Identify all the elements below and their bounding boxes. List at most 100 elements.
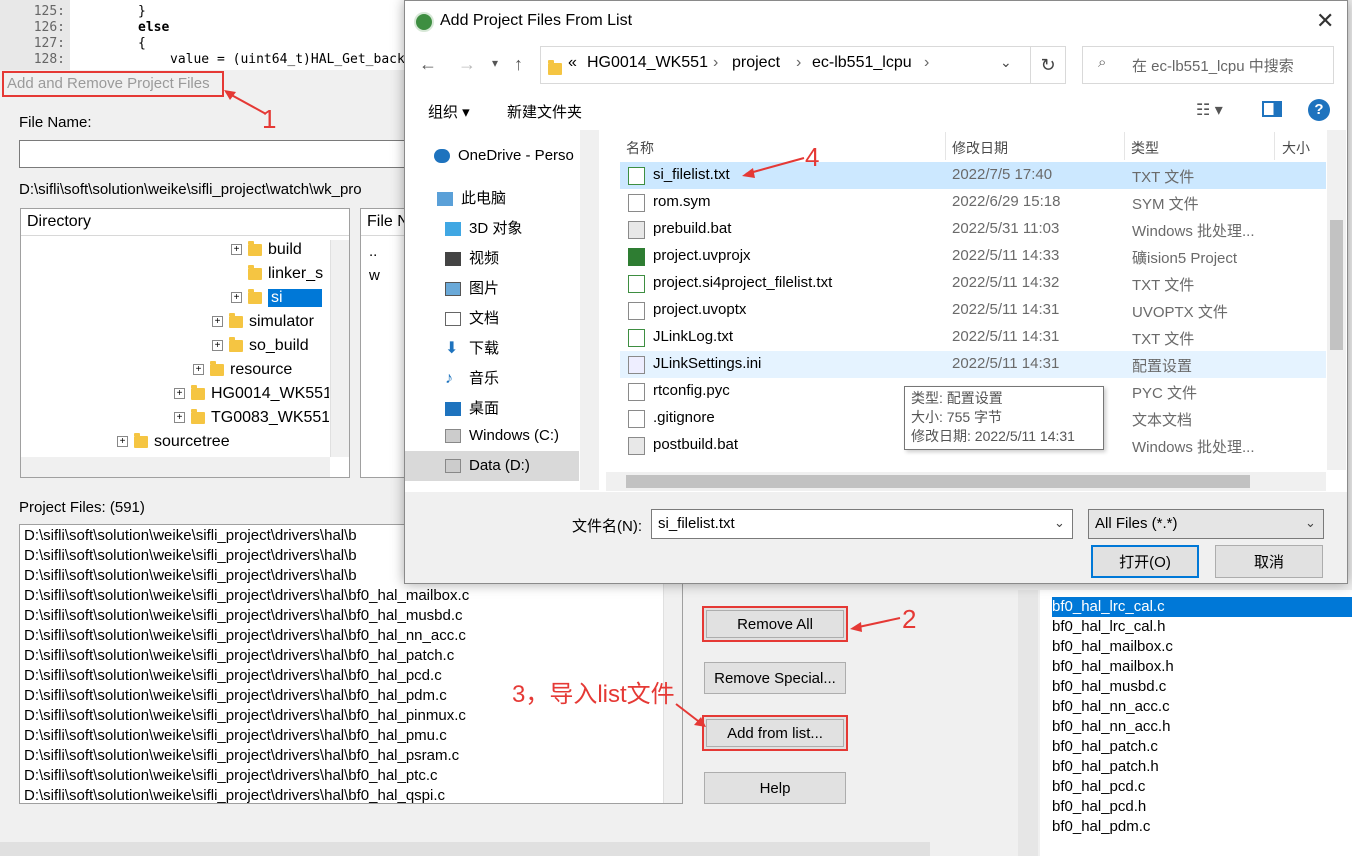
project-file-row[interactable]: D:\sifli\soft\solution\weike\sifli_proje… [24,727,447,744]
file-row[interactable]: si_filelist.txt 2022/7/5 17:40 TXT 文件 [620,162,1326,189]
tree-item-build[interactable]: + build [231,240,302,259]
project-file-row[interactable]: D:\sifli\soft\solution\weike\sifli_proje… [24,747,459,764]
expand-icon[interactable]: + [193,364,204,376]
chevron-down-icon[interactable]: ⌄ [1305,515,1316,531]
back-icon[interactable]: ← [419,54,437,75]
refresh-icon[interactable]: ↻ [1030,46,1066,84]
symbol-item[interactable]: bf0_hal_pdm.c [1052,818,1150,835]
nav-drive-d[interactable]: Data (D:) [445,457,530,474]
symbol-item[interactable]: bf0_hal_nn_acc.h [1052,718,1170,735]
filename-input[interactable]: si_filelist.txt [651,509,1073,539]
column-name[interactable]: 名称 [626,138,654,158]
file-list-item[interactable]: w [369,267,380,284]
organize-menu[interactable]: 组织 ▾ [428,101,470,122]
expand-icon[interactable]: + [231,244,242,256]
file-type-select[interactable]: All Files (*.*) [1088,509,1324,539]
file-row[interactable]: JLinkLog.txt 2022/5/11 14:31 TXT 文件 [620,324,1326,351]
forward-icon[interactable]: → [458,54,476,75]
expand-icon[interactable]: + [174,412,185,424]
add-from-list-button[interactable]: Add from list... [702,715,848,751]
project-file-row[interactable]: D:\sifli\soft\solution\weike\sifli_proje… [24,787,445,803]
file-row[interactable]: project.uvoptx 2022/5/11 14:31 UVOPTX 文件 [620,297,1326,324]
expand-icon[interactable]: + [212,316,223,328]
tree-item-si[interactable]: + si [231,288,322,307]
remove-all-button[interactable]: Remove All [702,606,848,642]
tree-item-hg0014[interactable]: + HG0014_WK551 [174,385,329,403]
file-row[interactable]: project.si4project_filelist.txt 2022/5/1… [620,270,1326,297]
recent-chevron-icon[interactable]: ▾ [492,56,498,70]
remove-special-button[interactable]: Remove Special... [704,662,846,694]
file-name-input[interactable] [19,140,405,168]
symbol-item[interactable]: bf0_hal_mailbox.h [1052,658,1174,675]
tree-item-sourcetree[interactable]: + sourcetree [117,432,230,451]
help-icon[interactable]: ? [1308,99,1330,121]
up-icon[interactable]: ↑ [514,54,523,75]
file-row[interactable]: JLinkSettings.ini 2022/5/11 14:31 配置设置 [620,351,1326,378]
column-type[interactable]: 类型 [1131,138,1159,158]
expand-icon[interactable]: + [212,340,223,352]
tree-item-so-build[interactable]: + so_build [212,336,309,355]
files-scrollbar-thumb[interactable] [1330,220,1343,350]
cancel-button[interactable]: 取消 [1215,545,1323,578]
chevron-down-icon[interactable]: ⌄ [1054,515,1065,531]
project-file-row[interactable]: D:\sifli\soft\solution\weike\sifli_proje… [24,767,438,784]
file-row[interactable]: prebuild.bat 2022/5/31 11:03 Windows 批处理… [620,216,1326,243]
file-list-item[interactable]: .. [369,243,377,260]
symbol-item[interactable]: bf0_hal_pcd.h [1052,798,1146,815]
nav-this-pc[interactable]: 此电脑 [437,187,506,208]
chevron-down-icon[interactable]: ⌄ [1000,54,1012,71]
nav-3d-objects[interactable]: 3D 对象 [445,217,522,238]
project-file-row[interactable]: D:\sifli\soft\solution\weike\sifli_proje… [24,547,404,564]
project-file-row[interactable]: D:\sifli\soft\solution\weike\sifli_proje… [24,707,466,724]
nav-onedrive[interactable]: OneDrive - Perso [434,147,580,164]
expand-icon[interactable]: + [117,436,128,448]
column-size[interactable]: 大小 [1282,138,1310,158]
column-date[interactable]: 修改日期 [952,138,1008,158]
expand-icon[interactable]: + [174,388,185,400]
nav-documents[interactable]: 文档 [445,307,499,328]
files-hscrollbar-thumb[interactable] [626,475,1250,488]
nav-downloads[interactable]: ⬇ 下载 [445,337,499,358]
tree-item-linker[interactable]: linker_s [248,264,323,283]
file-row[interactable]: rom.sym 2022/6/29 15:18 SYM 文件 [620,189,1326,216]
symbol-item[interactable]: bf0_hal_pcd.c [1052,778,1145,795]
new-folder-button[interactable]: 新建文件夹 [507,101,582,122]
symbol-item[interactable]: bf0_hal_musbd.c [1052,678,1166,695]
close-icon[interactable]: ✕ [1316,8,1334,34]
symbol-splitter[interactable] [1018,590,1038,856]
directory-hscrollbar[interactable] [21,457,330,477]
tree-item-resource[interactable]: + resource [193,360,292,379]
symbol-item[interactable]: bf0_hal_nn_acc.c [1052,698,1170,715]
breadcrumb-project[interactable]: project [732,54,780,72]
project-file-row[interactable]: D:\sifli\soft\solution\weike\sifli_proje… [24,627,466,644]
nav-desktop[interactable]: 桌面 [445,397,499,418]
open-button[interactable]: 打开(O) [1091,545,1199,578]
symbol-item[interactable]: bf0_hal_mailbox.c [1052,638,1173,655]
nav-pictures[interactable]: 图片 [445,277,499,298]
directory-scrollbar[interactable] [330,240,349,457]
project-file-row[interactable]: D:\sifli\soft\solution\weike\sifli_proje… [24,587,469,604]
project-file-row[interactable]: D:\sifli\soft\solution\weike\sifli_proje… [24,667,442,684]
view-options-icon[interactable]: ☷ ▾ [1196,100,1223,120]
nav-drive-c[interactable]: Windows (C:) [445,427,559,444]
project-file-row[interactable]: D:\sifli\soft\solution\weike\sifli_proje… [24,607,463,624]
project-file-row[interactable]: D:\sifli\soft\solution\weike\sifli_proje… [24,567,404,584]
help-button[interactable]: Help [704,772,846,804]
expand-icon[interactable]: + [231,292,242,304]
nav-music[interactable]: ♪ 音乐 [445,367,499,388]
breadcrumb-hg0014[interactable]: HG0014_WK551 [587,54,708,72]
project-file-row[interactable]: D:\sifli\soft\solution\weike\sifli_proje… [24,647,454,664]
tree-item-simulator[interactable]: + simulator [212,312,314,331]
breadcrumb-ec-lb551[interactable]: ec-lb551_lcpu [812,54,912,72]
breadcrumb-overflow[interactable]: « [568,54,577,72]
symbol-item[interactable]: bf0_hal_lrc_cal.c [1052,598,1165,615]
file-row[interactable]: project.uvprojx 2022/5/11 14:33 礦ision5 … [620,243,1326,270]
project-file-row[interactable]: D:\sifli\soft\solution\weike\sifli_proje… [24,687,447,704]
symbol-item[interactable]: bf0_hal_patch.c [1052,738,1158,755]
nav-videos[interactable]: 视频 [445,247,499,268]
tree-item-tg0083[interactable]: + TG0083_WK551 [174,409,329,427]
symbol-item[interactable]: bf0_hal_patch.h [1052,758,1159,775]
symbol-item[interactable]: bf0_hal_lrc_cal.h [1052,618,1165,635]
preview-pane-icon[interactable] [1262,101,1282,117]
project-file-row[interactable]: D:\sifli\soft\solution\weike\sifli_proje… [24,527,404,544]
